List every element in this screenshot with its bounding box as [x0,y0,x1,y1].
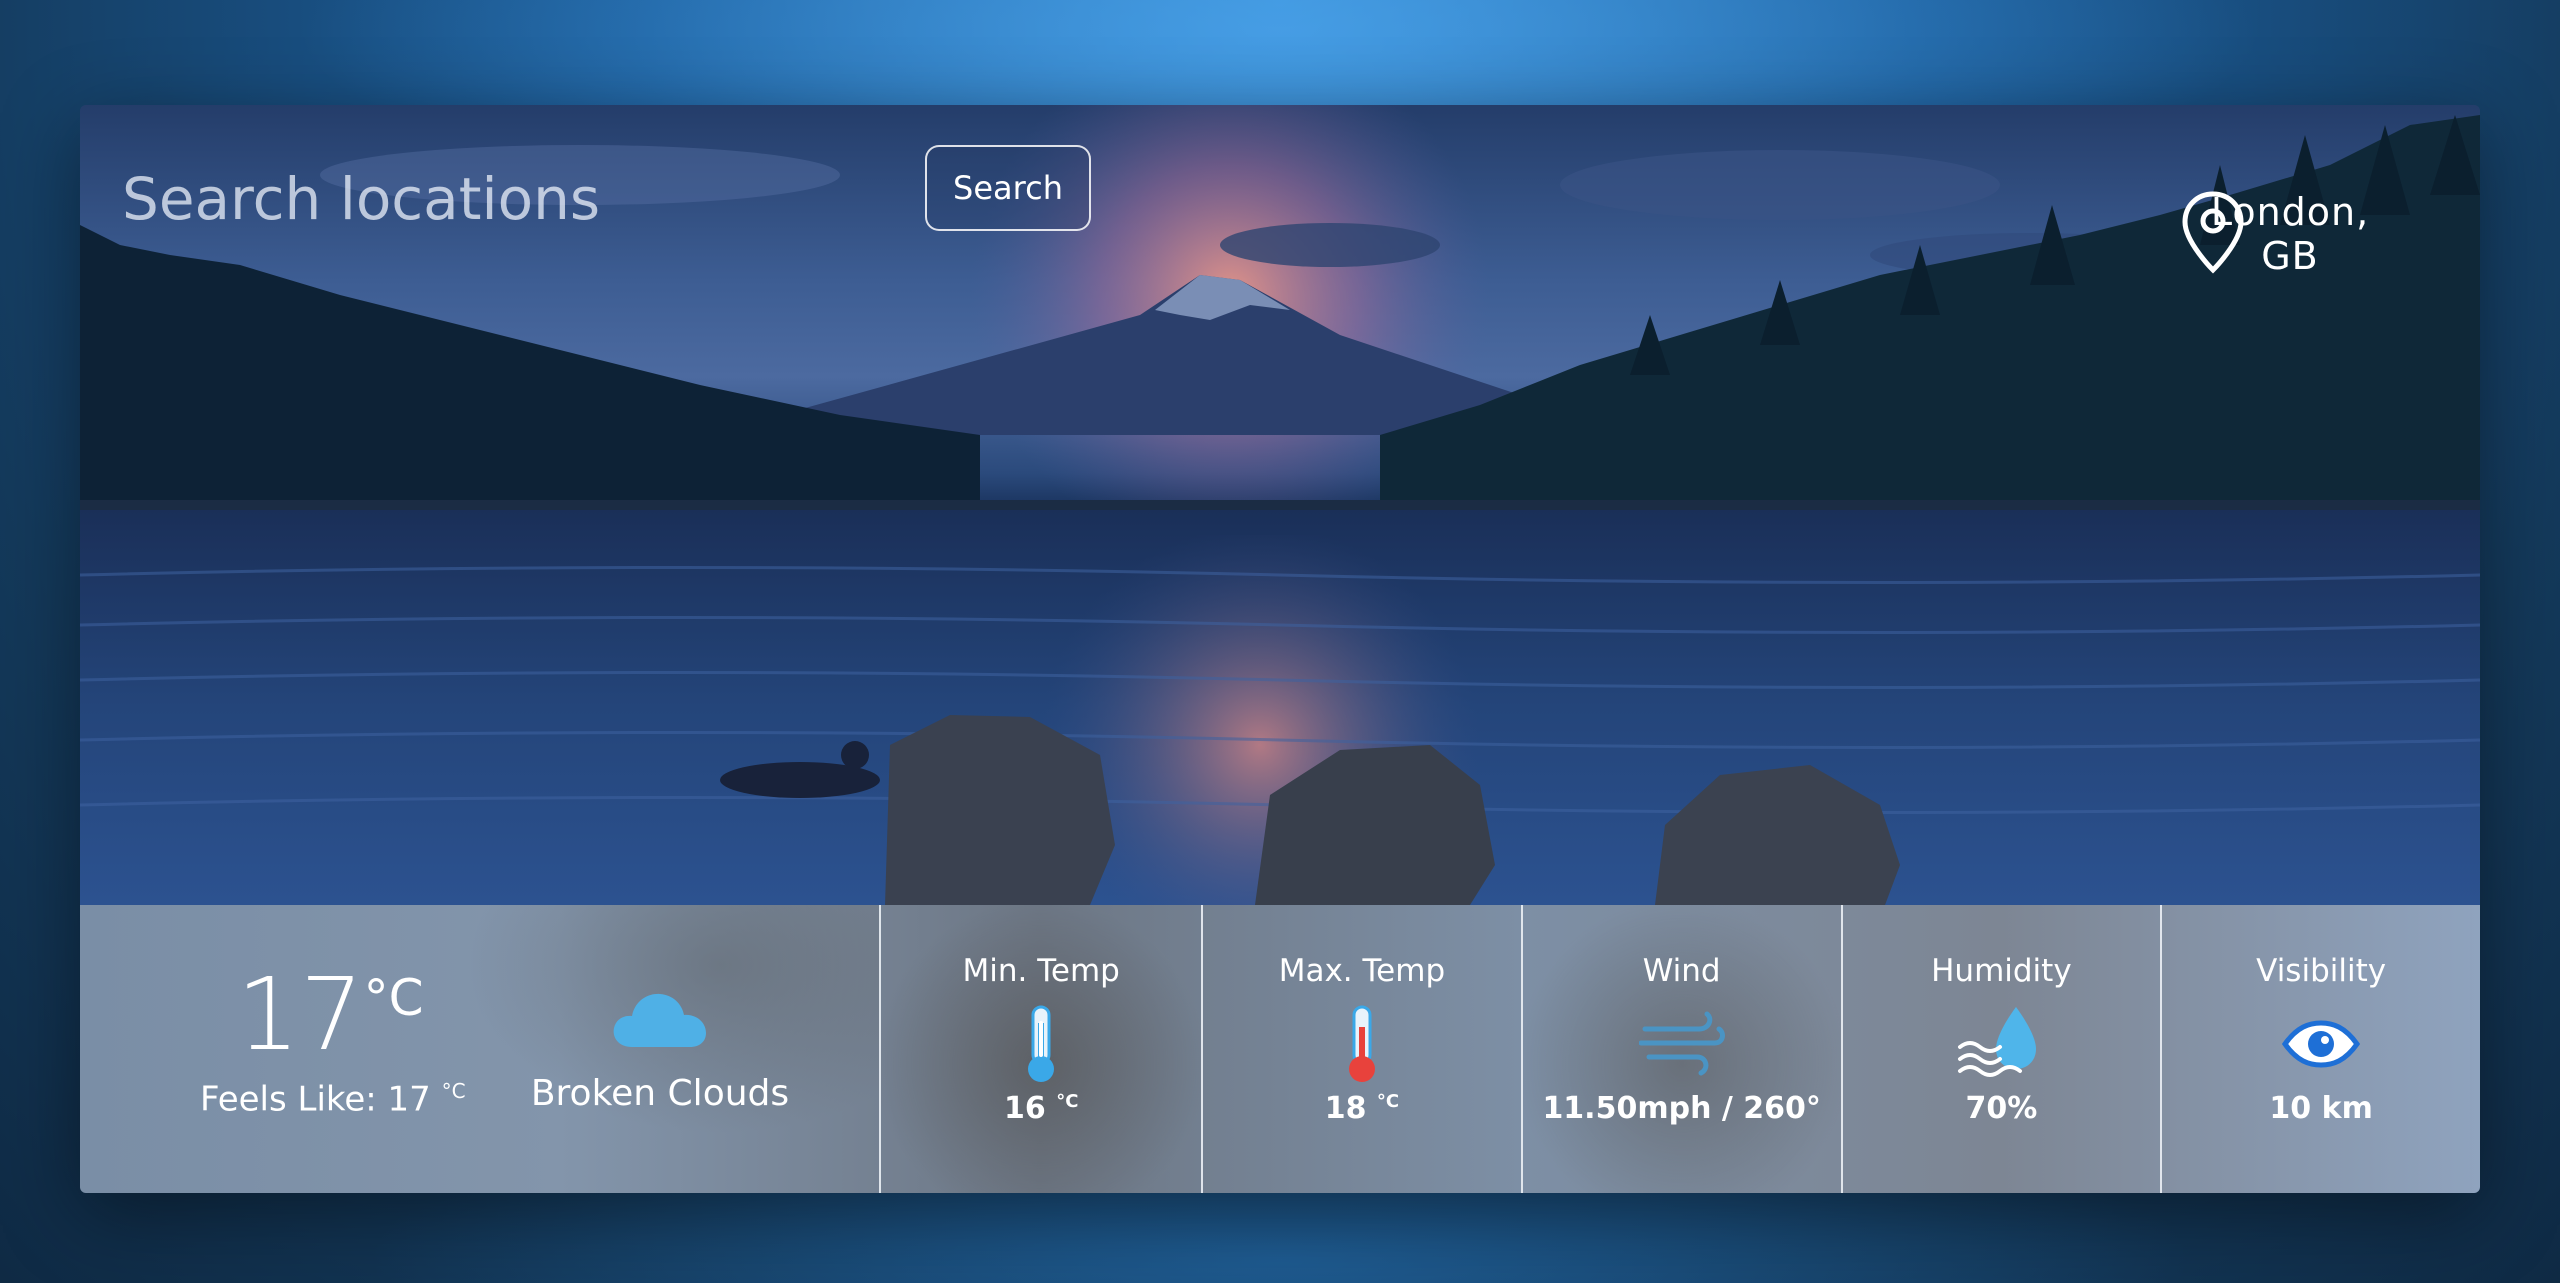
map-pin-icon [2182,191,2244,274]
stat-label: Max. Temp [1278,953,1446,989]
stat-label: Visibility [2256,953,2387,989]
stat-max-temp: Max. Temp 18 °C [1201,905,1521,1193]
stat-wind: Wind 11.50mph / 260° [1520,905,1841,1193]
stat-value: 10 km [2269,1091,2373,1126]
stat-value: 11.50mph / 260° [1542,1091,1821,1126]
cloud-icon [613,993,706,1047]
location-display: London, GB [2180,190,2400,278]
landscape-background-image: Search London, GB [80,105,2480,905]
max-temp-unit: °C [1376,1091,1400,1112]
stat-min-temp: Min. Temp 16 °C [879,905,1202,1193]
eye-icon [2282,1020,2361,1068]
current-weather: 17°C Feels Like: 17 °C Broken Clouds [80,905,880,1193]
stat-visibility: Visibility 10 km [2160,905,2480,1193]
temperature-value: 17 [236,956,364,1073]
stat-label: Humidity [1931,953,2072,989]
thermometer-hot-icon [1348,1005,1375,1082]
max-temp-value: 18 [1324,1091,1367,1126]
min-temp-unit: °C [1056,1091,1079,1112]
stat-humidity: Humidity 70% [1840,905,2161,1193]
stat-value: 16 °C [881,1091,1201,1126]
weather-card: Search London, GB 17°C Feels Like: 17 °C [80,105,2480,1193]
stat-label: Min. Temp [962,953,1120,989]
weather-info-bar: 17°C Feels Like: 17 °C Broken Clouds Min… [80,905,2480,1193]
feels-like-unit: °C [441,1079,466,1103]
humidity-icon [1958,1007,2037,1077]
min-temp-value: 16 [1003,1091,1046,1126]
search-input[interactable] [120,145,804,252]
feels-like: Feels Like: 17 °C [200,1079,466,1120]
feels-like-label: Feels Like: 17 [200,1079,431,1120]
wind-icon [1638,1011,1725,1076]
condition-block: Broken Clouds [510,985,810,1114]
temperature-unit: °C [363,969,424,1027]
stat-value: 70% [1965,1091,2038,1126]
stat-label: Wind [1642,953,1721,989]
temperature-block: 17°C Feels Like: 17 °C [200,965,466,1120]
search-button[interactable]: Search [925,145,1091,231]
condition-text: Broken Clouds [530,1073,790,1114]
current-temperature: 17°C [200,965,460,1065]
thermometer-cold-icon [1028,1005,1055,1082]
stat-value: 18 °C [1203,1091,1521,1126]
